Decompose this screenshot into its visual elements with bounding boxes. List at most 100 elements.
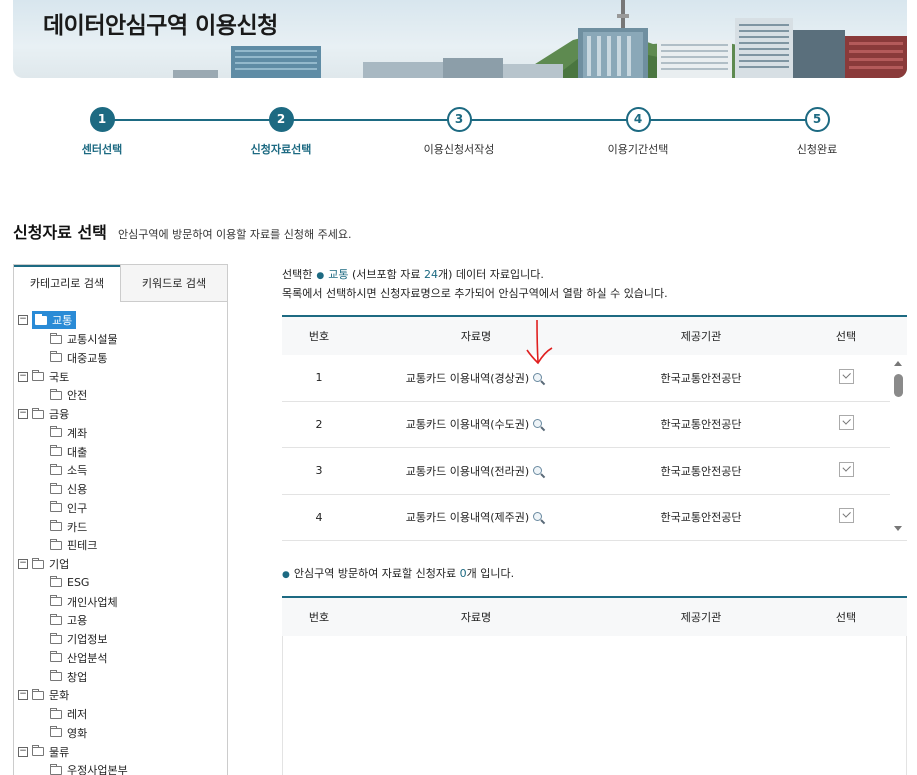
tree-node[interactable]: 대출 <box>50 444 87 460</box>
tree-node[interactable]: 금융 <box>32 406 69 422</box>
tree-node[interactable]: 창업 <box>50 669 87 685</box>
tree-category[interactable]: − 금융 <box>14 405 227 424</box>
tree-subcategory[interactable]: 개인사업체 <box>14 592 227 611</box>
selected-table: 번호 자료명 제공기관 선택 <box>282 596 907 775</box>
step-1-number: 1 <box>89 107 115 132</box>
tree-subcategory[interactable]: 영화 <box>14 724 227 743</box>
tree-node[interactable]: 카드 <box>50 519 87 535</box>
selected-table-body <box>282 636 907 775</box>
tree-node[interactable]: 개인사업체 <box>50 594 118 610</box>
select-checkbox[interactable] <box>838 508 854 524</box>
tree-subcategory[interactable]: 인구 <box>14 499 227 518</box>
scroll-down-arrow-icon[interactable] <box>894 526 902 531</box>
collapse-toggle-icon[interactable]: − <box>18 371 28 382</box>
tree-node[interactable]: 인구 <box>50 500 87 516</box>
tree-label: 안전 <box>67 389 88 403</box>
dataset-name[interactable]: 교통카드 이용내역(수도권) <box>406 416 529 432</box>
tree-label: 금융 <box>49 408 70 422</box>
tree-node[interactable]: 국토 <box>32 369 69 385</box>
tree-category[interactable]: − 교통 <box>14 311 227 330</box>
collapse-toggle-icon[interactable]: − <box>18 746 28 757</box>
tree-node[interactable]: 물류 <box>32 744 69 760</box>
collapse-toggle-icon[interactable]: − <box>18 409 28 420</box>
tree-subcategory[interactable]: 산업분석 <box>14 649 227 668</box>
collapse-toggle-icon[interactable]: − <box>18 690 28 701</box>
tree-subcategory[interactable]: 우정사업본부 <box>14 761 227 775</box>
section-subtitle: 안심구역에 방문하여 이용할 자료를 신청해 주세요. <box>117 228 352 241</box>
tree-subcategory[interactable]: 신용 <box>14 480 227 499</box>
folder-icon <box>50 595 62 607</box>
summary-prefix: 안심구역 방문하여 자료할 신청자료 <box>293 567 457 580</box>
table-row[interactable]: 3 교통카드 이용내역(전라권) 한국교통안전공단 <box>282 448 907 495</box>
dataset-name[interactable]: 교통카드 이용내역(경상권) <box>406 370 529 386</box>
tree-subcategory[interactable]: 고용 <box>14 611 227 630</box>
tree-category[interactable]: − 국토 <box>14 367 227 386</box>
tree-node[interactable]: 산업분석 <box>50 650 107 666</box>
tree-node[interactable]: 문화 <box>32 687 69 703</box>
tree-subcategory[interactable]: 교통시설물 <box>14 330 227 349</box>
dataset-table: 번호 자료명 제공기관 선택 1 교통카드 이용내역(경상권) 한국교통안전공단 2 교… <box>282 315 907 541</box>
tree-node[interactable]: 소득 <box>50 462 87 478</box>
collapse-toggle-icon[interactable]: − <box>18 315 28 326</box>
tree-subcategory[interactable]: 카드 <box>14 517 227 536</box>
tree-node[interactable]: 고용 <box>50 612 87 628</box>
select-checkbox[interactable] <box>838 415 854 431</box>
tree-subcategory[interactable]: 대출 <box>14 442 227 461</box>
magnifier-icon[interactable] <box>532 371 546 385</box>
scroll-up-arrow-icon[interactable] <box>894 361 902 366</box>
magnifier-icon[interactable] <box>532 464 546 478</box>
table-rows: 1 교통카드 이용내역(경상권) 한국교통안전공단 2 교통카드 이용내역(수도권) 한국… <box>282 355 907 541</box>
tree-subcategory[interactable]: 기업정보 <box>14 630 227 649</box>
header-banner: 데이터안심구역 이용신청 <box>13 0 907 78</box>
tree-subcategory[interactable]: 소득 <box>14 461 227 480</box>
tree-node[interactable]: 안전 <box>50 387 87 403</box>
tree-node[interactable]: 기업정보 <box>50 631 107 647</box>
scroll-thumb[interactable] <box>894 374 903 397</box>
tree-node[interactable]: 영화 <box>50 725 87 741</box>
magnifier-icon[interactable] <box>532 417 546 431</box>
tree-subcategory[interactable]: 핀테크 <box>14 536 227 555</box>
magnifier-icon[interactable] <box>532 510 546 524</box>
tree-node[interactable]: 교통 <box>32 311 77 330</box>
tree-label: 계좌 <box>67 426 88 440</box>
tree-subcategory[interactable]: 안전 <box>14 386 227 405</box>
tree-subcategory[interactable]: 대중교통 <box>14 349 227 368</box>
tree-category[interactable]: − 물류 <box>14 742 227 761</box>
table-row[interactable]: 1 교통카드 이용내역(경상권) 한국교통안전공단 <box>282 355 907 402</box>
info-prefix: 선택한 <box>282 268 313 281</box>
folder-icon <box>50 651 62 663</box>
tree-node[interactable]: 핀테크 <box>50 537 97 553</box>
table-scrollbar[interactable] <box>890 355 907 537</box>
row-number: 4 <box>315 510 323 524</box>
tree-label: 고용 <box>67 614 88 628</box>
tree-category[interactable]: − 문화 <box>14 686 227 705</box>
table-row[interactable]: 2 교통카드 이용내역(수도권) 한국교통안전공단 <box>282 401 907 448</box>
tree-node[interactable]: ESG <box>50 576 89 589</box>
select-checkbox[interactable] <box>838 368 854 384</box>
step-1: 1 센터선택 <box>37 107 167 157</box>
tree-subcategory[interactable]: 레저 <box>14 705 227 724</box>
tree-node[interactable]: 우정사업본부 <box>50 762 128 775</box>
tree-subcategory[interactable]: 계좌 <box>14 424 227 443</box>
tree-category[interactable]: − 기업 <box>14 555 227 574</box>
folder-icon <box>50 632 62 644</box>
tab-category-search[interactable]: 카테고리로 검색 <box>14 265 120 302</box>
tree-subcategory[interactable]: 창업 <box>14 667 227 686</box>
tree-node[interactable]: 신용 <box>50 481 87 497</box>
tree-node[interactable]: 대중교통 <box>50 350 107 366</box>
dataset-name[interactable]: 교통카드 이용내역(제주권) <box>406 509 529 525</box>
tree-node[interactable]: 기업 <box>32 556 69 572</box>
dataset-name[interactable]: 교통카드 이용내역(전라권) <box>406 463 529 479</box>
tree-node[interactable]: 계좌 <box>50 425 87 441</box>
tab-keyword-search[interactable]: 키워드로 검색 <box>120 265 227 302</box>
select-checkbox[interactable] <box>838 461 854 477</box>
table-row[interactable]: 4 교통카드 이용내역(제주권) 한국교통안전공단 <box>282 494 907 541</box>
search-tabs: 카테고리로 검색 키워드로 검색 <box>14 265 227 302</box>
tree-node[interactable]: 교통시설물 <box>50 331 118 347</box>
collapse-toggle-icon[interactable]: − <box>18 559 28 570</box>
tree-node[interactable]: 레저 <box>50 706 87 722</box>
folder-icon <box>50 763 62 775</box>
tree-subcategory[interactable]: ESG <box>14 574 227 593</box>
selected-count: 0 <box>459 567 467 580</box>
folder-icon <box>50 613 62 625</box>
